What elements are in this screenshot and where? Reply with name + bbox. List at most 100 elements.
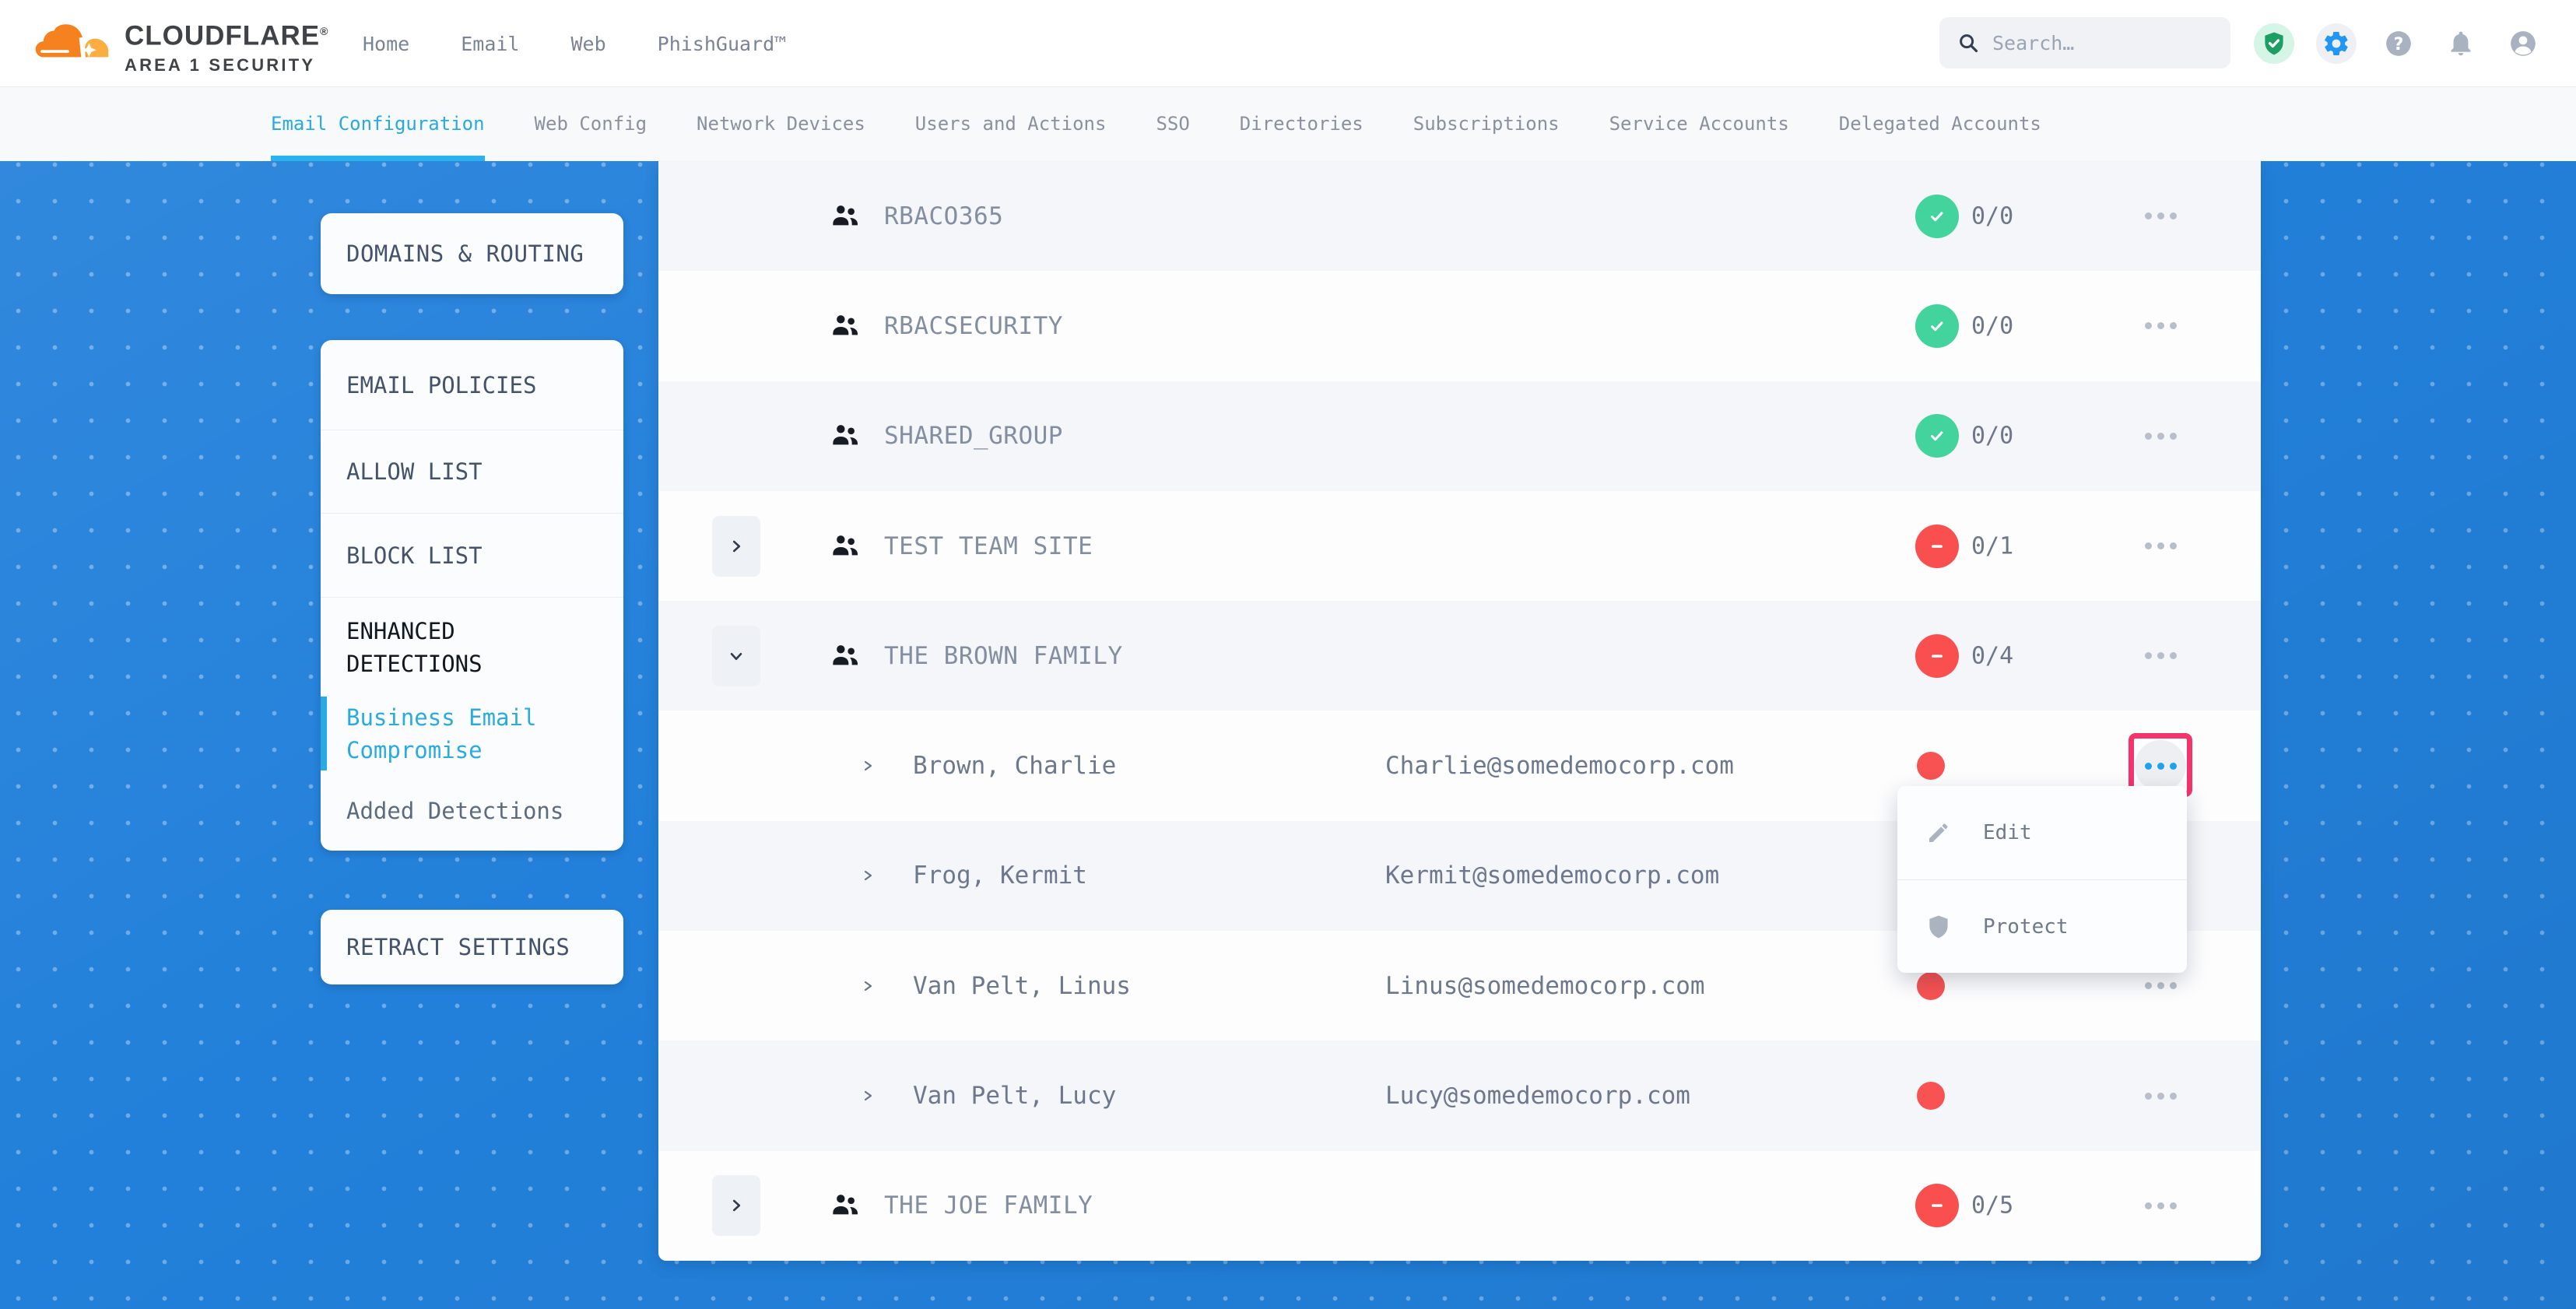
nav-home[interactable]: Home (363, 33, 409, 55)
tab-service-accounts[interactable]: Service Accounts (1609, 87, 1789, 161)
area1-security-app: { "colors": { "accent_blue": "#29abe2", … (0, 0, 2576, 1309)
chevron-right-icon (859, 865, 878, 886)
search-box[interactable] (1939, 17, 2230, 68)
sidebar-card-retract-settings[interactable]: RETRACT SETTINGS (321, 910, 623, 984)
group-name: TEST TEAM SITE (884, 532, 1093, 560)
user-email: Linus@somedemocorp.com (1385, 972, 1705, 1000)
user-email: Kermit@somedemocorp.com (1385, 862, 1719, 890)
chevron-right-icon (859, 1085, 878, 1107)
sidebar-item-business-email-compromise[interactable]: Business Email Compromise (321, 697, 623, 770)
group-icon (828, 531, 862, 562)
table-row-group: RBACSECURITY 0/0 (658, 271, 2261, 381)
protection-status-button[interactable] (2254, 23, 2294, 64)
row-menu-button[interactable] (2135, 410, 2186, 461)
group-icon (828, 1190, 862, 1221)
status-ok-badge (1915, 304, 1959, 348)
domains-routing-label: DOMAINS & ROUTING (346, 240, 584, 267)
sidebar-item-enhanced-detections[interactable]: ENHANCED DETECTIONS (321, 598, 623, 697)
sidebar-item-block-list[interactable]: BLOCK LIST (321, 514, 623, 598)
sidebar-card-policies: EMAIL POLICIES ALLOW LIST BLOCK LIST ENH… (321, 340, 623, 851)
chevron-right-icon (859, 755, 878, 777)
group-icon (828, 311, 862, 342)
table-row-group: TEST TEAM SITE 0/1 (658, 491, 2261, 601)
status-blocked-badge (1915, 1184, 1959, 1227)
table-row-group: THE BROWN FAMILY 0/4 (658, 601, 2261, 711)
row-menu-button[interactable] (2135, 300, 2186, 352)
sidebar-item-allow-list[interactable]: ALLOW LIST (321, 430, 623, 514)
chevron-right-icon (859, 975, 878, 997)
row-menu-button[interactable] (2135, 630, 2186, 682)
retract-settings-label: RETRACT SETTINGS (346, 934, 570, 960)
tab-directories[interactable]: Directories (1240, 87, 1363, 161)
row-menu-button[interactable] (2135, 1070, 2186, 1121)
user-avatar-icon (2508, 29, 2538, 58)
app-header: CLOUDFLARE® AREA 1 SECURITY Home Email W… (0, 0, 2576, 87)
user-name: Brown, Charlie (913, 752, 1116, 780)
account-button[interactable] (2503, 23, 2543, 64)
nav-phishguard[interactable]: PhishGuard™ (658, 33, 787, 55)
shield-icon (1925, 914, 1952, 940)
status-blocked-badge (1915, 634, 1959, 678)
row-menu-button[interactable] (2135, 191, 2186, 242)
status-blocked-badge (1915, 525, 1959, 568)
table-row-group: RBACO365 0/0 (658, 161, 2261, 271)
gear-icon (2322, 30, 2350, 58)
sidebar-item-email-policies[interactable]: EMAIL POLICIES (321, 340, 623, 430)
tab-subscriptions[interactable]: Subscriptions (1413, 87, 1560, 161)
user-email: Lucy@somedemocorp.com (1385, 1082, 1690, 1110)
menu-item-protect[interactable]: Protect (1897, 879, 2187, 973)
menu-item-edit[interactable]: Edit (1897, 786, 2187, 879)
row-menu-button[interactable] (2135, 521, 2186, 572)
protected-count: 0/4 (1971, 642, 2013, 669)
expand-group-button[interactable] (712, 516, 760, 577)
check-icon (1926, 425, 1948, 447)
group-name: THE JOE FAMILY (884, 1191, 1093, 1220)
row-menu-button-active[interactable] (2135, 740, 2186, 791)
minus-icon (1926, 535, 1948, 557)
user-name: Frog, Kermit (913, 862, 1087, 890)
tab-sso[interactable]: SSO (1156, 87, 1189, 161)
user-name: Van Pelt, Lucy (913, 1082, 1116, 1110)
nav-email[interactable]: Email (461, 33, 519, 55)
brand-cloudflare: CLOUDFLARE® (125, 14, 328, 54)
group-icon (828, 640, 862, 672)
tab-web-config[interactable]: Web Config (535, 87, 648, 161)
brand-area1: AREA 1 SECURITY (125, 54, 328, 77)
group-name: RBACSECURITY (884, 312, 1063, 340)
shield-check-icon (2261, 30, 2287, 57)
chevron-right-icon (726, 1195, 746, 1216)
group-name: RBACO365 (884, 202, 1003, 230)
pencil-icon (1925, 819, 1952, 846)
sidebar-item-added-detections[interactable]: Added Detections (321, 770, 623, 851)
tab-delegated-accounts[interactable]: Delegated Accounts (1839, 87, 2041, 161)
minus-icon (1926, 1195, 1948, 1216)
collapse-group-button[interactable] (712, 626, 760, 686)
nav-web[interactable]: Web (570, 33, 605, 55)
settings-button[interactable] (2316, 23, 2357, 64)
check-icon (1926, 315, 1948, 337)
notifications-button[interactable] (2441, 23, 2481, 64)
search-input[interactable] (1992, 32, 2210, 54)
status-dot (1917, 972, 1945, 1000)
tab-network-devices[interactable]: Network Devices (697, 87, 865, 161)
cloudflare-logo-icon (33, 6, 119, 81)
expand-group-button[interactable] (712, 1175, 760, 1236)
row-context-menu: Edit Protect (1897, 786, 2187, 973)
protected-count: 0/0 (1971, 202, 2013, 230)
tab-email-configuration[interactable]: Email Configuration (271, 87, 485, 161)
group-name: THE BROWN FAMILY (884, 642, 1123, 670)
brand-text: CLOUDFLARE® AREA 1 SECURITY (125, 14, 328, 77)
search-icon (1957, 31, 1980, 54)
secondary-nav: Email Configuration Web Config Network D… (0, 87, 2576, 161)
table-row-group: SHARED_GROUP 0/0 (658, 381, 2261, 491)
help-button[interactable]: ? (2378, 23, 2419, 64)
chevron-right-icon (726, 536, 746, 556)
user-name: Van Pelt, Linus (913, 972, 1131, 1000)
row-menu-button[interactable] (2135, 1180, 2186, 1231)
group-icon (828, 201, 862, 232)
sidebar-card-domains-routing[interactable]: DOMAINS & ROUTING (321, 213, 623, 294)
status-dot (1917, 752, 1945, 780)
tab-users-and-actions[interactable]: Users and Actions (915, 87, 1107, 161)
status-ok-badge (1915, 195, 1959, 238)
table-row-user: Van Pelt, Lucy Lucy@somedemocorp.com (658, 1041, 2261, 1150)
